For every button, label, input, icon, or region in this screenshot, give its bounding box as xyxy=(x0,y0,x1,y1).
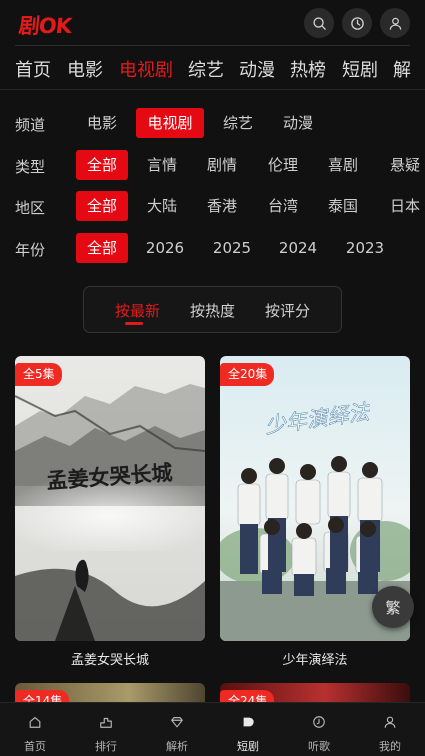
bottom-nav-label: 解析 xyxy=(166,740,188,753)
tab-short-drama[interactable]: 短剧 xyxy=(342,56,378,82)
filter-row-type: 类型 全部 言情 剧情 伦理 喜剧 悬疑 xyxy=(0,150,425,182)
tab-anime[interactable]: 动漫 xyxy=(239,56,275,82)
clock-icon xyxy=(350,16,364,30)
filter-option[interactable]: 大陆 xyxy=(136,191,188,221)
bottom-nav-label: 短剧 xyxy=(237,740,259,753)
bottom-nav-profile[interactable]: 我的 xyxy=(355,703,425,756)
tab-more[interactable]: 解 xyxy=(393,56,411,82)
bottom-nav-label: 首页 xyxy=(24,740,46,753)
episode-badge: 全20集 xyxy=(220,363,275,386)
tab-hot-list[interactable]: 热榜 xyxy=(290,56,326,82)
drama-card[interactable]: 孟姜女哭长城 全5集 xyxy=(15,356,205,641)
poster-image: 孟姜女哭长城 xyxy=(15,356,205,641)
bottom-nav: 首页 排行 解析 短剧 听歌 我的 xyxy=(0,702,425,756)
diamond-icon xyxy=(171,717,183,728)
category-tabs: 首页 电影 电视剧 综艺 动漫 热榜 短剧 解 xyxy=(0,46,425,90)
history-button[interactable] xyxy=(342,8,372,38)
filter-option[interactable]: 2024 xyxy=(272,233,324,263)
filter-option-selected[interactable]: 全部 xyxy=(76,233,128,263)
filter-row-channel: 频道 电影 电视剧 综艺 动漫 xyxy=(0,108,425,140)
filter-option[interactable]: 言情 xyxy=(136,150,188,180)
bottom-nav-ranking[interactable]: 排行 xyxy=(71,703,141,756)
search-icon xyxy=(312,16,326,30)
sort-rating[interactable]: 按评分 xyxy=(265,300,310,321)
filter-label-type: 类型 xyxy=(15,158,46,176)
bottom-nav-label: 排行 xyxy=(95,740,117,753)
filter-label-channel: 频道 xyxy=(15,116,46,134)
filter-option[interactable]: 电影 xyxy=(76,108,128,138)
traditional-chinese-toggle[interactable]: 繁 xyxy=(372,586,414,628)
sort-latest[interactable]: 按最新 xyxy=(115,300,160,321)
sort-bar: 按最新 按热度 按评分 xyxy=(83,286,342,333)
filter-option-selected[interactable]: 电视剧 xyxy=(136,108,204,138)
filter-option[interactable]: 2023 xyxy=(339,233,391,263)
episode-badge: 全5集 xyxy=(15,363,62,386)
bottom-nav-short-drama[interactable]: 短剧 xyxy=(213,703,283,756)
filter-row-region: 地区 全部 大陆 香港 台湾 泰国 日本 xyxy=(0,191,425,223)
home-icon xyxy=(29,717,41,728)
filter-option[interactable]: 2026 xyxy=(139,233,191,263)
nav-divider xyxy=(0,89,425,90)
user-icon xyxy=(389,17,401,30)
filter-option-selected[interactable]: 全部 xyxy=(76,150,128,180)
filter-option[interactable]: 剧情 xyxy=(196,150,248,180)
bottom-nav-label: 听歌 xyxy=(308,740,330,753)
music-icon xyxy=(313,716,325,728)
play-icon xyxy=(243,717,254,727)
app-header: 剧OK xyxy=(0,0,425,46)
filter-option[interactable]: 伦理 xyxy=(257,150,309,180)
filter-option-selected[interactable]: 全部 xyxy=(76,191,128,221)
tab-home[interactable]: 首页 xyxy=(15,56,51,82)
filter-option[interactable]: 动漫 xyxy=(272,108,324,138)
user-icon xyxy=(384,716,396,728)
tab-variety[interactable]: 综艺 xyxy=(188,56,224,82)
bottom-nav-music[interactable]: 听歌 xyxy=(284,703,354,756)
filter-option[interactable]: 香港 xyxy=(196,191,248,221)
sort-active-indicator xyxy=(125,322,143,325)
filter-option[interactable]: 日本 xyxy=(380,191,425,221)
filter-option[interactable]: 喜剧 xyxy=(317,150,369,180)
search-button[interactable] xyxy=(304,8,334,38)
filter-label-region: 地区 xyxy=(15,199,46,217)
filter-option[interactable]: 综艺 xyxy=(212,108,264,138)
bottom-nav-label: 我的 xyxy=(379,740,401,753)
filter-label-year: 年份 xyxy=(15,241,46,259)
card-title[interactable]: 少年演绎法 xyxy=(220,649,410,668)
card-title[interactable]: 孟姜女哭长城 xyxy=(15,649,205,668)
sort-popularity[interactable]: 按热度 xyxy=(190,300,235,321)
user-button[interactable] xyxy=(380,8,410,38)
ranking-icon xyxy=(100,717,112,728)
filter-option[interactable]: 泰国 xyxy=(317,191,369,221)
filter-row-year: 年份 全部 2026 2025 2024 2023 xyxy=(0,233,425,265)
filter-option[interactable]: 台湾 xyxy=(257,191,309,221)
filter-option[interactable]: 2025 xyxy=(206,233,258,263)
logo[interactable]: 剧OK xyxy=(17,10,73,40)
bottom-nav-parse[interactable]: 解析 xyxy=(142,703,212,756)
filter-option[interactable]: 悬疑 xyxy=(380,150,425,180)
bottom-nav-home[interactable]: 首页 xyxy=(0,703,70,756)
tab-movies[interactable]: 电影 xyxy=(67,56,103,82)
tab-tv-series[interactable]: 电视剧 xyxy=(119,56,173,82)
